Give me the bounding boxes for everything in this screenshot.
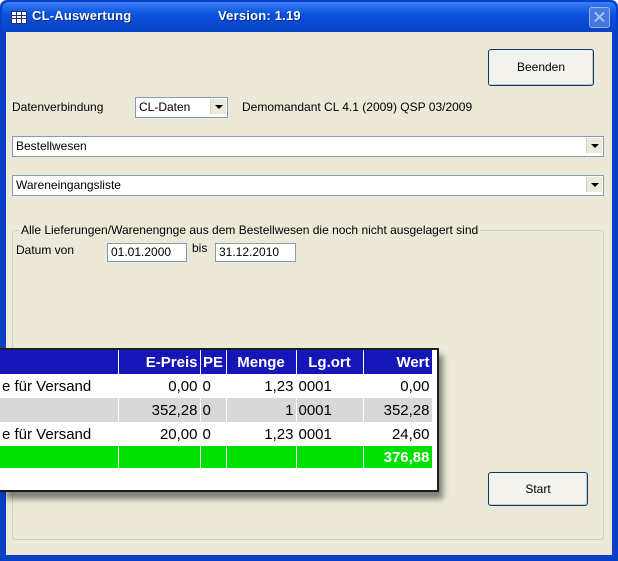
cell-menge: 1,23 — [226, 422, 297, 446]
cell-epreis: 20,00 — [118, 422, 201, 446]
datenverbindung-label: Datenverbindung — [12, 100, 104, 114]
table-row: 352,28 0 1 0001 352,28 — [0, 398, 433, 422]
cell-wert: 24,60 — [363, 422, 433, 446]
start-button[interactable]: Start — [488, 472, 588, 506]
version-label: Version: 1.19 — [218, 8, 301, 23]
report-select[interactable]: Wareneingangsliste — [12, 175, 604, 196]
table-header-row: E-Preis PE Menge Lg.ort Wert — [0, 350, 433, 374]
result-table-overlay: E-Preis PE Menge Lg.ort Wert e für Versa… — [0, 348, 439, 492]
cell-pe: 0 — [200, 422, 227, 446]
bis-label: bis — [192, 241, 208, 255]
table-header-pe: PE — [200, 350, 227, 374]
table-header-desc — [0, 350, 119, 374]
chevron-down-icon[interactable] — [210, 99, 226, 114]
table-header-menge: Menge — [226, 350, 297, 374]
chevron-down-icon[interactable] — [586, 177, 602, 192]
cell-pe: 0 — [200, 374, 227, 398]
total-row: 376,88 — [0, 446, 433, 468]
title-bar[interactable]: CL-Auswertung Version: 1.19 — [2, 2, 616, 32]
chevron-down-icon[interactable] — [586, 138, 602, 153]
cell-desc — [0, 398, 119, 422]
cell-menge: 1 — [226, 398, 297, 422]
cell-desc: e für Versand — [0, 374, 119, 398]
cell-wert: 0,00 — [363, 374, 433, 398]
cell-lgort: 0001 — [296, 422, 364, 446]
cell-desc: e für Versand — [0, 422, 119, 446]
datum-von-label: Datum von — [16, 243, 75, 257]
table-icon — [11, 11, 27, 24]
table-header-lgort: Lg.ort — [296, 350, 364, 374]
result-table: E-Preis PE Menge Lg.ort Wert e für Versa… — [0, 350, 433, 468]
datum-bis-input[interactable]: 31.12.2010 — [215, 243, 296, 262]
window-title: CL-Auswertung — [32, 8, 132, 23]
table-header-epreis: E-Preis — [118, 350, 201, 374]
table-header-wert: Wert — [363, 350, 433, 374]
groupbox-legend: Alle Lieferungen/Warenengnge aus dem Bes… — [19, 223, 481, 237]
datum-von-input[interactable]: 01.01.2000 — [107, 243, 187, 262]
cell-epreis: 0,00 — [118, 374, 201, 398]
connection-description: Demomandant CL 4.1 (2009) QSP 03/2009 — [242, 100, 473, 114]
cell-pe: 0 — [200, 398, 227, 422]
table-row: e für Versand 20,00 0 1,23 0001 24,60 — [0, 422, 433, 446]
total-value: 376,88 — [363, 446, 433, 468]
beenden-button[interactable]: Beenden — [488, 49, 594, 86]
close-icon[interactable] — [589, 7, 610, 28]
module-select[interactable]: Bestellwesen — [12, 136, 604, 157]
table-row: e für Versand 0,00 0 1,23 0001 0,00 — [0, 374, 433, 398]
cell-wert: 352,28 — [363, 398, 433, 422]
cell-lgort: 0001 — [296, 374, 364, 398]
cell-menge: 1,23 — [226, 374, 297, 398]
datenverbindung-select[interactable]: CL-Daten — [135, 97, 228, 118]
cell-epreis: 352,28 — [118, 398, 201, 422]
cell-lgort: 0001 — [296, 398, 364, 422]
